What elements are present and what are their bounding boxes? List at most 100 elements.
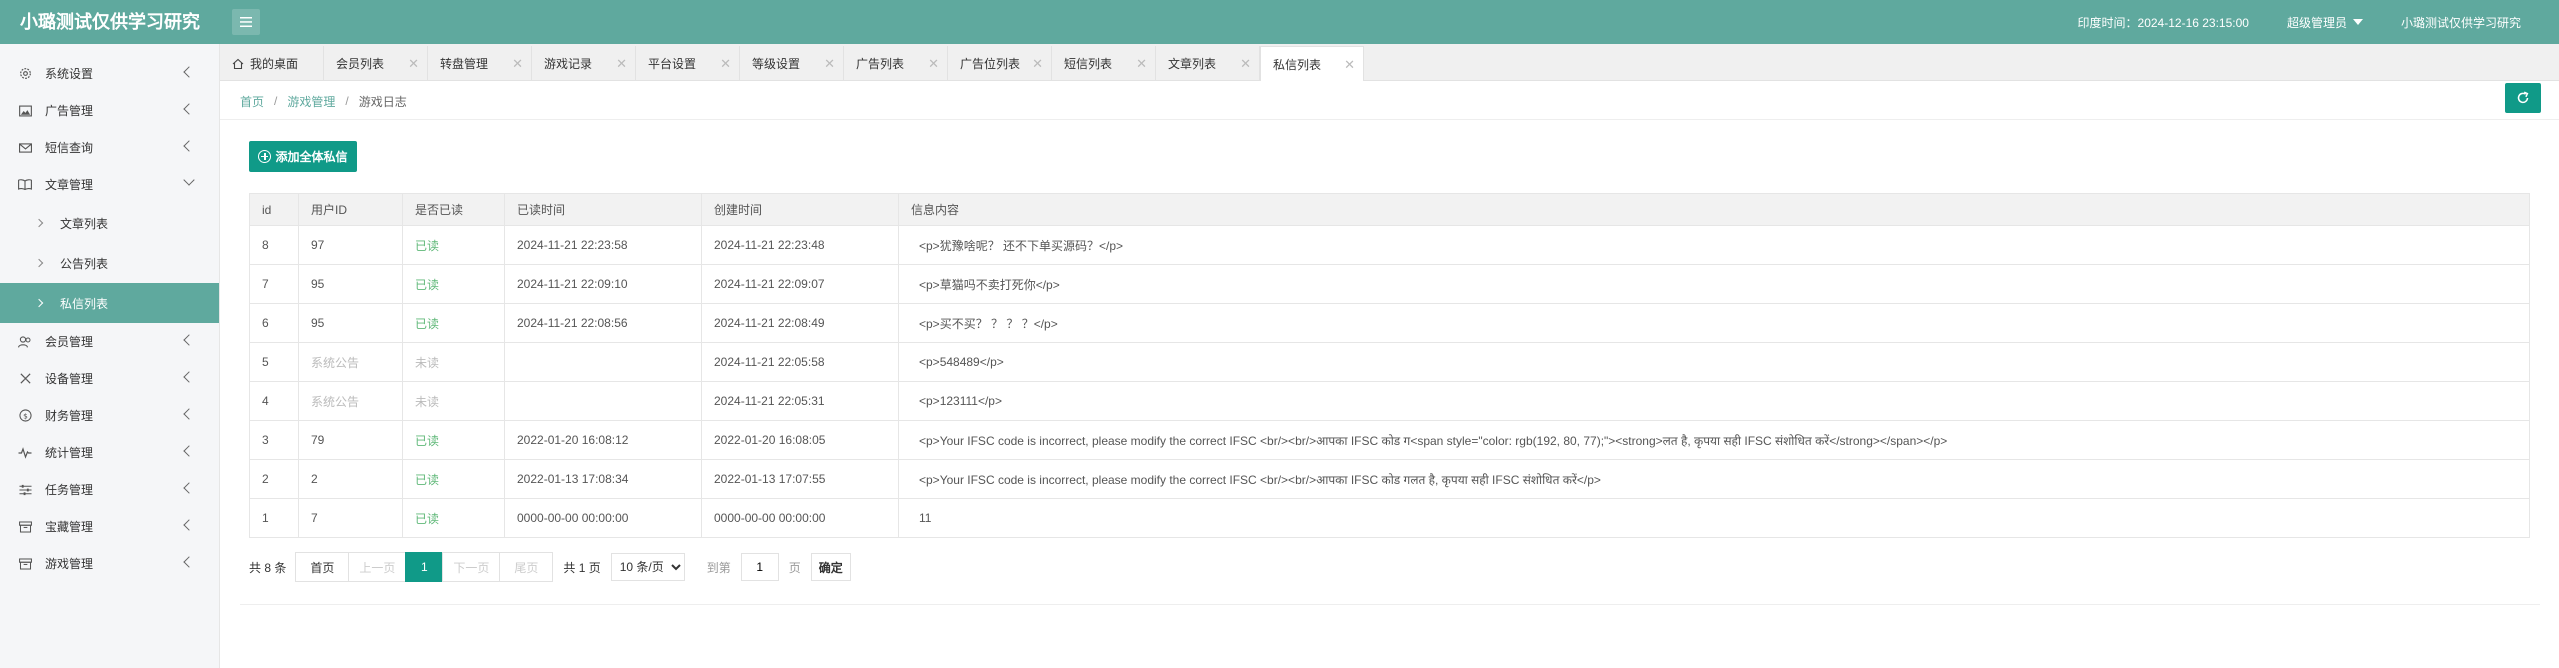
user-menu[interactable]: 超级管理员 — [2287, 14, 2363, 31]
sidebar-item-label: 广告管理 — [45, 104, 94, 118]
breadcrumb-current: 游戏日志 — [358, 94, 407, 109]
pager-goto-suffix: 页 — [788, 560, 801, 575]
table-row: 4 系统公告 未读 2024-11-21 22:05:31 <p>123111<… — [249, 381, 2530, 421]
tab-label: 私信列表 — [1273, 57, 1322, 72]
sidebar-item-finance[interactable]: $ 财务管理 — [0, 397, 219, 434]
column-header-read[interactable]: 是否已读 — [402, 193, 505, 226]
tab-ad-slot-list[interactable]: 广告位列表 ✕ — [948, 46, 1052, 81]
pager-goto-input[interactable] — [740, 553, 779, 581]
sidebar-item-games[interactable]: 游戏管理 — [0, 545, 219, 582]
close-icon[interactable]: ✕ — [616, 57, 627, 70]
menu-toggle-button[interactable] — [232, 9, 260, 35]
table-row: 1 7 已读 0000-00-00 00:00:00 0000-00-00 00… — [249, 498, 2530, 538]
sidebar-item-tasks[interactable]: 任务管理 — [0, 471, 219, 508]
column-header-user-id[interactable]: 用户ID — [298, 193, 403, 226]
pager-prev-button[interactable]: 上一页 — [348, 552, 407, 582]
tab-member-list[interactable]: 会员列表 ✕ — [324, 46, 428, 81]
page-size-select[interactable]: 10 条/页 — [610, 553, 685, 581]
cell-created-time: 2024-11-21 22:09:07 — [701, 264, 899, 304]
pager-current-page[interactable]: 1 — [405, 552, 444, 582]
sidebar-subitem-notice-list[interactable]: 公告列表 — [0, 243, 219, 283]
chevron-left-icon — [183, 408, 195, 420]
close-icon[interactable]: ✕ — [408, 57, 419, 70]
sidebar-item-ads[interactable]: 广告管理 — [0, 92, 219, 129]
tab-platform-settings[interactable]: 平台设置 ✕ — [636, 46, 740, 81]
tab-wheel[interactable]: 转盘管理 ✕ — [428, 46, 532, 81]
sidebar-item-treasure[interactable]: 宝藏管理 — [0, 508, 219, 545]
sidebar-item-label: 会员管理 — [45, 335, 94, 349]
sidebar-subitem-message-list[interactable]: 私信列表 — [0, 283, 219, 323]
close-icon[interactable]: ✕ — [720, 57, 731, 70]
sidebar-item-members[interactable]: 会员管理 — [0, 323, 219, 360]
chevron-left-icon — [183, 140, 195, 152]
top-header: 小璐测试仅供学习研究 印度时间：2024-12-16 23:15:00 超级管理… — [0, 0, 2559, 44]
tab-sms-list[interactable]: 短信列表 ✕ — [1052, 46, 1156, 81]
pager-confirm-button[interactable]: 确定 — [810, 553, 851, 581]
tab-label: 会员列表 — [336, 57, 385, 71]
pager-goto-prefix: 到第 — [706, 560, 731, 575]
pager-next-button[interactable]: 下一页 — [442, 552, 501, 582]
close-icon[interactable]: ✕ — [1032, 57, 1043, 70]
sidebar-item-devices[interactable]: 设备管理 — [0, 360, 219, 397]
cell-read-time: 0000-00-00 00:00:00 — [504, 498, 702, 538]
tab-label: 文章列表 — [1168, 57, 1217, 71]
table-row: 5 系统公告 未读 2024-11-21 22:05:58 <p>548489<… — [249, 342, 2530, 382]
cell-id: 3 — [249, 420, 299, 460]
sidebar-subitem-article-list[interactable]: 文章列表 — [0, 203, 219, 243]
cell-read-status: 已读 — [402, 264, 505, 304]
chevron-left-icon — [183, 556, 195, 568]
cell-user-id: 7 — [298, 498, 403, 538]
cell-read-status: 已读 — [402, 459, 505, 499]
tab-level-settings[interactable]: 等级设置 ✕ — [740, 46, 844, 81]
close-icon[interactable]: ✕ — [824, 57, 835, 70]
close-icon[interactable]: ✕ — [1344, 58, 1355, 71]
chevron-left-icon — [183, 482, 195, 494]
sidebar-item-label: 系统设置 — [45, 67, 94, 81]
column-header-created-time[interactable]: 创建时间 — [701, 193, 899, 226]
sidebar-item-stats[interactable]: 统计管理 — [0, 434, 219, 471]
sidebar-item-system[interactable]: 系统设置 — [0, 55, 219, 92]
add-broadcast-message-button[interactable]: 添加全体私信 — [249, 141, 357, 172]
chevron-right-icon — [34, 298, 44, 308]
sidebar-item-label: 设备管理 — [45, 372, 94, 386]
sidebar-item-sms[interactable]: 短信查询 — [0, 129, 219, 166]
cell-id: 7 — [249, 264, 299, 304]
cell-read-status: 已读 — [402, 498, 505, 538]
plus-circle-icon — [258, 150, 272, 163]
tab-desktop[interactable]: 我的桌面 — [220, 46, 324, 81]
cell-user-id: 系统公告 — [298, 342, 403, 382]
close-icon[interactable]: ✕ — [928, 57, 939, 70]
chevron-left-icon — [183, 445, 195, 457]
cell-created-time: 0000-00-00 00:00:00 — [701, 498, 899, 538]
breadcrumb-section[interactable]: 游戏管理 — [287, 93, 335, 110]
cell-read-status: 已读 — [402, 303, 505, 343]
sidebar: 系统设置 广告管理 短信查询 文章管理 文章列表 公告列表 私信列表 会员管理 … — [0, 44, 220, 668]
tab-ad-list[interactable]: 广告列表 ✕ — [844, 46, 948, 81]
tab-article-list[interactable]: 文章列表 ✕ — [1156, 46, 1260, 81]
hamburger-icon — [240, 17, 252, 27]
cell-id: 8 — [249, 225, 299, 265]
users-icon — [18, 335, 32, 349]
refresh-button[interactable] — [2505, 83, 2541, 113]
close-icon[interactable]: ✕ — [512, 57, 523, 70]
sidebar-item-articles[interactable]: 文章管理 — [0, 166, 219, 203]
tab-game-records[interactable]: 游戏记录 ✕ — [532, 46, 636, 81]
column-header-content[interactable]: 信息内容 — [898, 193, 2530, 226]
pager-last-button[interactable]: 尾页 — [499, 552, 554, 582]
close-icon[interactable]: ✕ — [1136, 57, 1147, 70]
sidebar-item-label: 财务管理 — [45, 409, 94, 423]
column-header-id[interactable]: id — [249, 193, 299, 226]
sidebar-item-label: 文章管理 — [45, 178, 94, 192]
svg-text:$: $ — [23, 411, 28, 420]
site-name-link[interactable]: 小璐测试仅供学习研究 — [2401, 14, 2521, 31]
cell-content: 11 — [898, 498, 2530, 538]
tab-message-list[interactable]: 私信列表 ✕ — [1260, 46, 1364, 81]
sidebar-item-label: 任务管理 — [45, 483, 94, 497]
refresh-icon — [2517, 91, 2529, 104]
close-icon[interactable]: ✕ — [1240, 57, 1251, 70]
devices-icon — [18, 372, 32, 386]
home-icon — [232, 58, 244, 69]
breadcrumb-home[interactable]: 首页 — [240, 93, 264, 110]
pager-first-button[interactable]: 首页 — [295, 552, 350, 582]
column-header-read-time[interactable]: 已读时间 — [504, 193, 702, 226]
